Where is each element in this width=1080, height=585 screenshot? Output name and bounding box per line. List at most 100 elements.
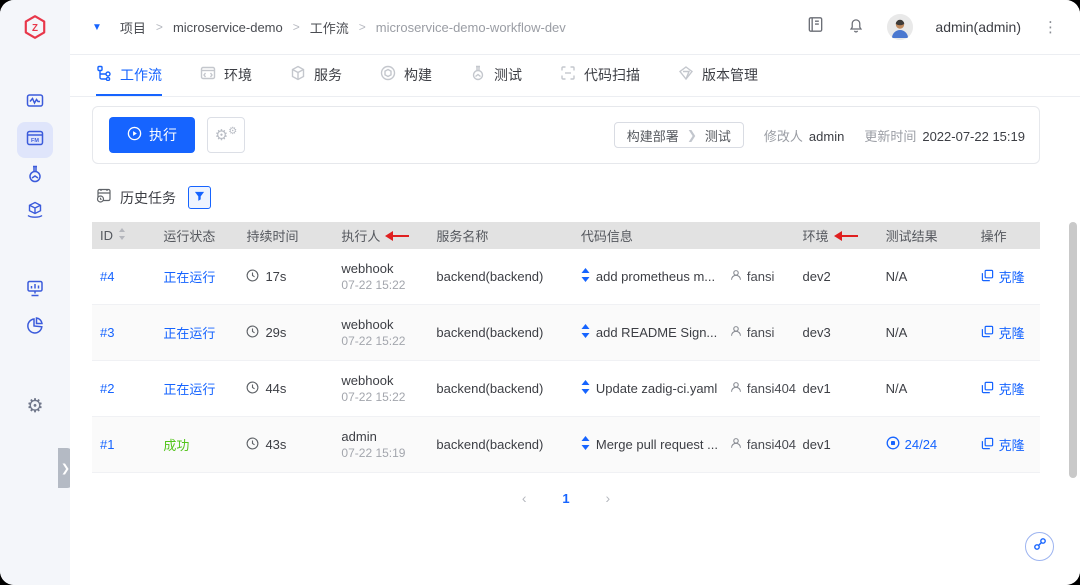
status-badge: 成功 [163,438,190,453]
copy-icon [981,437,994,453]
gear-icon: ⚙ [26,395,44,417]
funnel-icon [194,189,205,207]
sidebar-item-dashboard[interactable] [17,85,53,121]
history-task-table: ID 运行状态 持续时间 执行人 服务名称 代码信息 环境 测试结果 操作 #4… [92,222,1040,473]
tab-test[interactable]: 测试 [470,55,522,96]
duration-value: 44s [265,381,287,396]
tab-label: 构建 [404,66,432,83]
current-user-label[interactable]: admin(admin) [935,19,1021,35]
breadcrumb-item-current: microservice-demo-workflow-dev [375,19,566,35]
presentation-chart-icon [25,278,45,303]
updated-info: 更新时间 2022-07-22 15:19 [864,126,1025,145]
link-icon [1033,537,1047,556]
sidebar-item-data-overview[interactable] [17,309,53,345]
executor-time: 07-22 15:22 [341,333,406,348]
commit-message[interactable]: Update zadig-ci.yaml [596,381,724,396]
vertical-scrollbar[interactable] [1069,222,1077,478]
clock-icon [246,325,259,341]
commit-message[interactable]: add README Sign... [596,325,724,340]
history-title: 历史任务 [120,189,176,206]
code-scan-icon [560,65,576,84]
zadig-logo-icon[interactable]: Z [22,14,48,45]
pagination-next-button[interactable]: › [606,490,611,506]
col-header-action: 操作 [980,229,1007,244]
test-result: N/A [885,325,908,340]
sidebar-item-insight[interactable] [17,272,53,308]
updated-value: 2022-07-22 15:19 [922,128,1025,144]
task-id-link[interactable]: #2 [100,381,114,396]
commit-message[interactable]: add prometheus m... [596,269,724,284]
commit-message[interactable]: Merge pull request ... [596,437,724,452]
docs-book-icon[interactable] [806,15,825,39]
stage-pill: 构建部署 ❯ 测试 [613,122,744,148]
col-header-id[interactable]: ID [100,228,163,243]
executor-name: webhook [341,316,394,332]
svg-text:Z: Z [32,23,38,34]
test-result: N/A [885,269,908,284]
env-name: dev1 [802,437,831,452]
clone-button[interactable]: 克隆 [981,435,1025,454]
sort-icon[interactable] [118,228,126,243]
clone-label: 克隆 [998,438,1025,453]
table-row: #3 正在运行 29s webhook 07-22 15:22 backend(b… [92,305,1040,361]
task-id-link[interactable]: #4 [100,269,114,284]
project-screen-icon: FM [25,128,45,153]
run-button[interactable]: 执行 [109,117,195,153]
col-header-env: 环境 [803,226,886,245]
commit-icon [581,436,590,453]
clock-icon [246,437,259,453]
more-vertical-icon[interactable]: ⋮ [1043,18,1058,36]
workflow-settings-button[interactable]: ⚙⚙ [207,117,245,153]
duration-value: 17s [265,269,287,284]
col-header-label: 环境 [802,229,829,244]
tab-version[interactable]: 版本管理 [678,55,758,96]
share-link-button[interactable] [1025,532,1054,561]
history-task-icon [96,187,112,208]
service-icon [290,65,306,84]
clone-label: 克隆 [998,382,1025,397]
tab-service[interactable]: 服务 [290,55,342,96]
col-header-test-result: 测试结果 [885,229,938,244]
commit-icon [581,324,590,341]
pie-chart-icon [25,315,45,340]
duration-value: 29s [265,325,287,340]
environment-icon [200,65,216,84]
copy-icon [981,325,994,341]
pagination-page-1[interactable]: 1 [562,491,569,506]
filter-button[interactable] [188,186,211,209]
clone-button[interactable]: 克隆 [981,323,1025,342]
flask-icon [25,164,45,189]
tab-build[interactable]: 构建 [380,55,432,96]
breadcrumb-item[interactable]: 工作流 [310,18,349,37]
col-header-duration: 持续时间 [246,229,299,244]
avatar[interactable] [887,14,914,40]
sidebar-item-projects[interactable]: FM [17,122,53,158]
version-icon [678,65,694,84]
history-section-header: 历史任务 [96,186,211,209]
sidebar-item-delivery[interactable] [17,194,53,230]
service-name: backend(backend) [436,381,544,396]
breadcrumb-item[interactable]: microservice-demo [173,20,283,35]
commit-author: fansi404 [746,381,797,396]
test-result-link[interactable]: 24/24 [886,436,937,453]
tab-label: 版本管理 [702,66,758,83]
clone-button[interactable]: 克隆 [981,267,1025,286]
sidebar-item-tests[interactable] [17,158,53,194]
tab-workflow[interactable]: 工作流 [96,55,162,96]
task-id-link[interactable]: #3 [100,325,114,340]
tab-code-scan[interactable]: 代码扫描 [560,55,640,96]
task-id-link[interactable]: #1 [100,437,114,452]
breadcrumb-collapse-caret-icon[interactable]: ▼ [92,22,102,33]
modifier-info: 修改人 admin [764,126,844,145]
notification-bell-icon[interactable] [847,16,865,39]
sidebar-item-settings[interactable]: ⚙ [17,388,53,424]
tab-environment[interactable]: 环境 [200,55,252,96]
env-name: dev3 [802,325,831,340]
pagination-prev-button[interactable]: ‹ [522,490,527,506]
clone-button[interactable]: 克隆 [981,379,1025,398]
commit-icon [581,380,590,397]
breadcrumb-item[interactable]: 项目 [120,18,146,37]
copy-icon [981,381,994,397]
clock-icon [246,269,259,285]
duration-value: 43s [265,437,287,452]
